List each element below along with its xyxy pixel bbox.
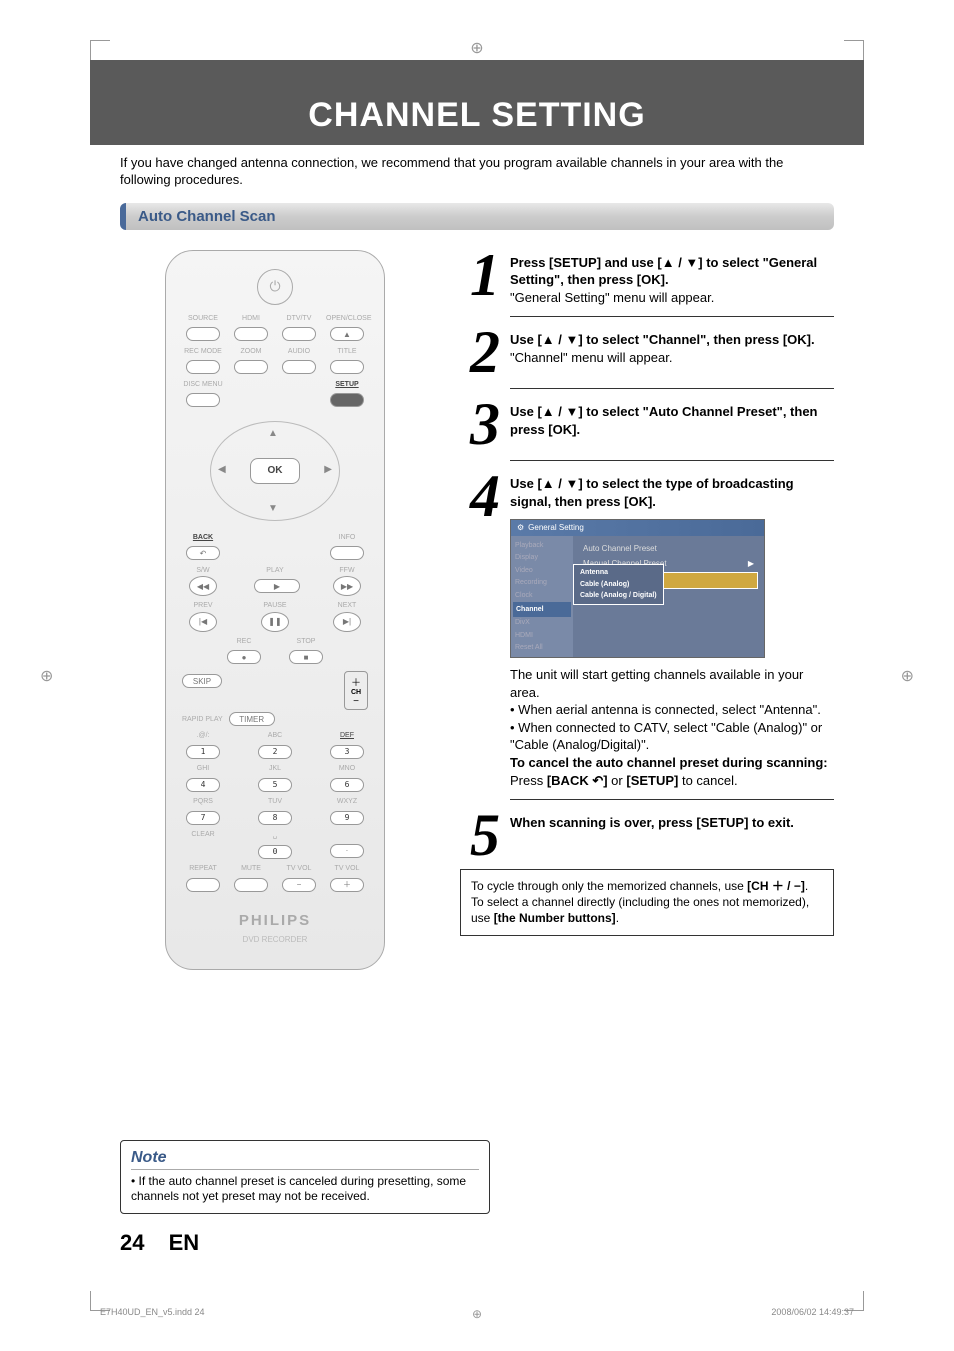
step-number-5: 5	[460, 810, 510, 861]
footer-date: 2008/06/02 14:49:37	[771, 1307, 854, 1317]
step2-instruction: Use [▲ / ▼] to select "Channel", then pr…	[510, 332, 815, 347]
step1-note: "General Setting" menu will appear.	[510, 290, 714, 305]
up-arrow: ▲	[268, 428, 278, 439]
page-title: CHANNEL SETTING	[90, 90, 864, 145]
target-icon: ⊕	[472, 1307, 482, 1321]
step5-instruction: When scanning is over, press [SETUP] to …	[510, 815, 794, 830]
step4-instruction: Use [▲ / ▼] to select the type of broadc…	[510, 476, 794, 509]
step4-text: The unit will start getting channels ava…	[510, 667, 803, 700]
step3-instruction: Use [▲ / ▼] to select "Auto Channel Pres…	[510, 404, 818, 437]
footer-file: E7H40UD_EN_v5.indd 24	[100, 1307, 205, 1317]
tips-box: To cycle through only the memorized chan…	[460, 869, 834, 936]
step-number-4: 4	[460, 471, 510, 522]
step2-note: "Channel" menu will appear.	[510, 350, 672, 365]
section-heading: Auto Channel Scan	[120, 203, 834, 230]
remote-illustration: ⏻ SOURCE HDMI DTV/TV OPEN/CLOSE▲ REC MOD…	[165, 250, 385, 970]
setup-button	[330, 393, 364, 407]
header-spacer	[90, 60, 864, 90]
step-number-2: 2	[460, 327, 510, 378]
step1-instruction: Press [SETUP] and use [▲ / ▼] to select …	[510, 255, 817, 288]
intro-text: If you have changed antenna connection, …	[120, 155, 834, 189]
down-arrow: ▼	[268, 503, 278, 514]
step-number-1: 1	[460, 250, 510, 301]
note-box: Note • If the auto channel preset is can…	[120, 1140, 490, 1214]
play-icon: ▶	[748, 559, 754, 570]
step-number-3: 3	[460, 399, 510, 450]
brand-logo: PHILIPS	[178, 912, 372, 929]
menu-screenshot: ⚙General Setting Playback Display Video …	[510, 519, 765, 659]
right-arrow: ▶	[324, 464, 332, 475]
gear-icon: ⚙	[517, 523, 524, 534]
left-arrow: ◀	[218, 464, 226, 475]
back-button: ↶	[186, 546, 220, 560]
page-number: 24	[120, 1230, 144, 1255]
brand-subtitle: DVD RECORDER	[178, 935, 372, 944]
ok-button: OK	[250, 458, 300, 484]
power-icon: ⏻	[257, 269, 293, 305]
page-language: EN	[169, 1230, 200, 1255]
